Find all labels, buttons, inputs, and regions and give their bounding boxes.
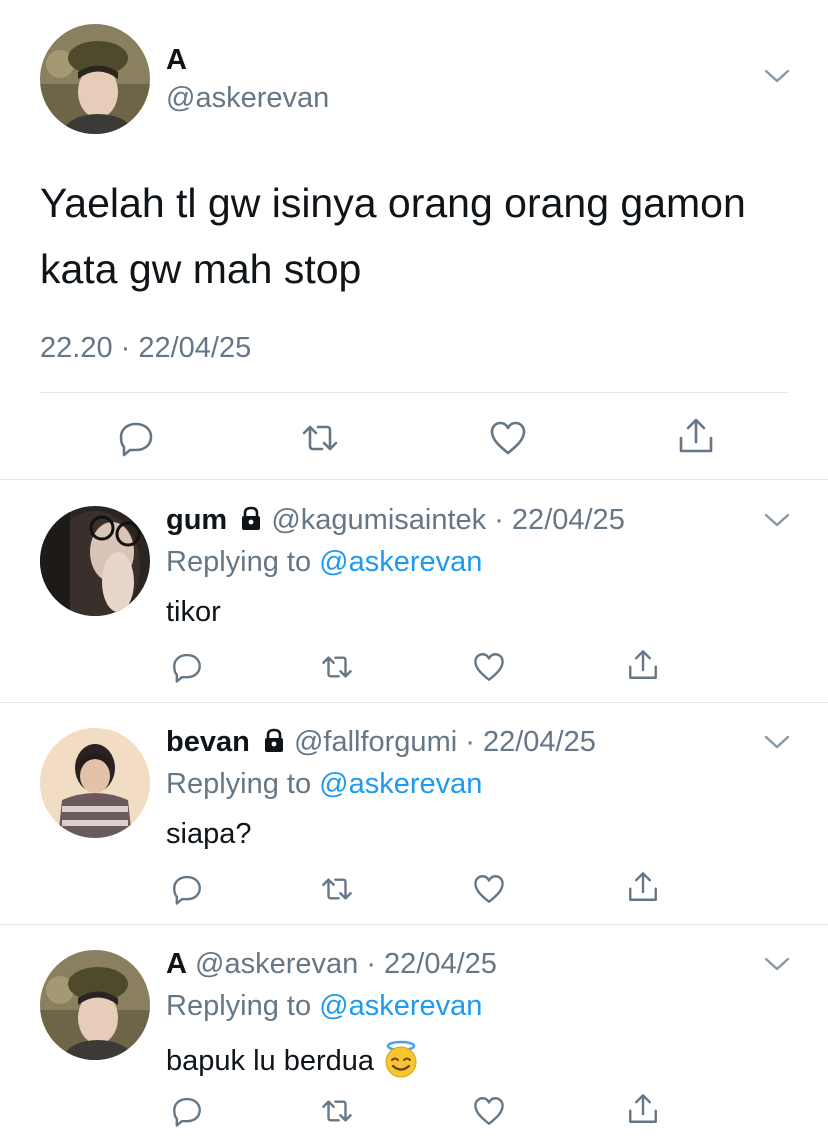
share-button[interactable] xyxy=(626,1092,660,1126)
replying-prefix: Replying to xyxy=(166,546,312,578)
replying-prefix: Replying to xyxy=(166,768,312,800)
reply-icon xyxy=(173,1097,201,1127)
reply-button[interactable] xyxy=(170,872,204,906)
retweet-button[interactable] xyxy=(320,1094,354,1128)
reply-icon xyxy=(173,653,201,683)
reply-header: A @askerevan · 22/04/25 xyxy=(166,948,497,981)
reply-date[interactable]: · 22/04/25 xyxy=(366,948,497,980)
like-button[interactable] xyxy=(472,872,506,906)
reply-text: tikor xyxy=(166,596,221,628)
retweet-button[interactable] xyxy=(320,650,354,684)
reply-text: siapa? xyxy=(166,818,252,850)
reply-icon xyxy=(173,875,201,905)
lock-icon xyxy=(264,728,283,752)
chevron-down-icon[interactable] xyxy=(762,732,792,752)
reply-button[interactable] xyxy=(116,418,156,458)
like-icon xyxy=(474,653,504,681)
avatar-photo-icon xyxy=(40,728,150,838)
author-name[interactable]: A xyxy=(166,44,187,77)
reply-button[interactable] xyxy=(170,1094,204,1128)
avatar[interactable] xyxy=(40,950,150,1060)
reply-header: bevan @fallforgumi · 22/04/25 xyxy=(166,726,596,759)
replying-to: Replying to @askerevan xyxy=(166,990,482,1023)
avatar-photo-icon xyxy=(40,24,150,134)
author-name[interactable]: gum xyxy=(166,504,227,536)
retweet-icon xyxy=(302,425,338,451)
chevron-down-icon[interactable] xyxy=(762,954,792,974)
divider xyxy=(40,392,788,393)
reply-text: bapuk lu berdua xyxy=(166,1045,374,1077)
reply-button[interactable] xyxy=(170,650,204,684)
tweet-text: Yaelah tl gw isinya orang orang gamon ka… xyxy=(40,180,746,292)
reply-date[interactable]: · 22/04/25 xyxy=(465,726,596,758)
smiling-face-with-halo-icon xyxy=(385,1040,417,1078)
divider xyxy=(0,924,828,925)
author-handle[interactable]: @fallforgumi xyxy=(294,726,457,758)
like-icon xyxy=(474,875,504,903)
replying-to: Replying to @askerevan xyxy=(166,768,482,801)
tweet-timestamp[interactable]: 22.20 · 22/04/25 xyxy=(40,332,251,365)
share-icon xyxy=(629,1094,657,1123)
like-button[interactable] xyxy=(488,418,528,458)
share-icon xyxy=(679,418,713,453)
retweet-icon xyxy=(322,656,352,678)
reply-text-line: bapuk lu berdua xyxy=(166,1040,420,1078)
share-button[interactable] xyxy=(676,416,716,456)
reply-date[interactable]: · 22/04/25 xyxy=(494,504,625,536)
avatar-photo-icon xyxy=(40,506,150,616)
reply-icon xyxy=(119,422,153,457)
share-button[interactable] xyxy=(626,870,660,904)
divider xyxy=(0,702,828,703)
chevron-down-icon[interactable] xyxy=(762,66,792,86)
retweet-icon xyxy=(322,1100,352,1122)
author-name[interactable]: A xyxy=(166,948,187,980)
mention-link[interactable]: @askerevan xyxy=(319,546,482,578)
retweet-button[interactable] xyxy=(300,418,340,458)
lock-icon xyxy=(242,506,261,530)
like-button[interactable] xyxy=(472,1094,506,1128)
replying-prefix: Replying to xyxy=(166,990,312,1022)
avatar[interactable] xyxy=(40,24,150,134)
avatar-photo-icon xyxy=(40,950,150,1060)
avatar[interactable] xyxy=(40,728,150,838)
like-icon xyxy=(490,421,526,455)
share-icon xyxy=(629,872,657,901)
like-button[interactable] xyxy=(472,650,506,684)
reply-header: gum @kagumisaintek · 22/04/25 xyxy=(166,504,625,537)
replying-to: Replying to @askerevan xyxy=(166,546,482,579)
author-handle[interactable]: @askerevan xyxy=(195,948,358,980)
mention-link[interactable]: @askerevan xyxy=(319,768,482,800)
retweet-button[interactable] xyxy=(320,872,354,906)
author-name[interactable]: bevan xyxy=(166,726,250,758)
share-icon xyxy=(629,650,657,679)
like-icon xyxy=(474,1097,504,1125)
mention-link[interactable]: @askerevan xyxy=(319,990,482,1022)
retweet-icon xyxy=(322,878,352,900)
author-handle[interactable]: @kagumisaintek xyxy=(271,504,486,536)
chevron-down-icon[interactable] xyxy=(762,510,792,530)
share-button[interactable] xyxy=(626,648,660,682)
avatar[interactable] xyxy=(40,506,150,616)
author-handle[interactable]: @askerevan xyxy=(166,82,329,115)
divider xyxy=(0,479,828,480)
